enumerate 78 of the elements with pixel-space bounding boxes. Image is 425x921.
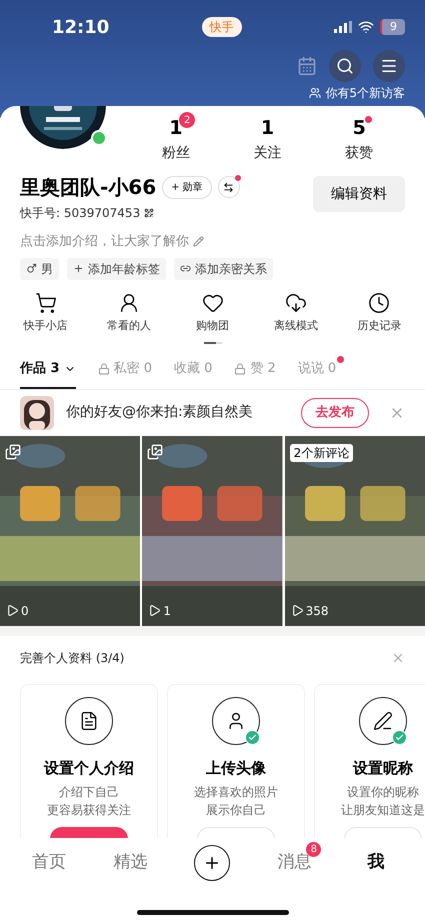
card-description: 更容易获得关注 bbox=[47, 802, 131, 819]
stat-label: 关注 bbox=[254, 144, 282, 162]
status-time: 12:10 bbox=[51, 16, 110, 40]
male-icon bbox=[26, 263, 37, 274]
publish-button[interactable]: 去发布 bbox=[301, 398, 369, 428]
quick-action[interactable]: 购物团 bbox=[170, 292, 254, 334]
card-title: 设置昵称 bbox=[353, 758, 413, 778]
nav-tab[interactable]: 我 bbox=[368, 850, 385, 876]
medal-button[interactable]: + 勋章 bbox=[162, 176, 212, 198]
card-title: 上传头像 bbox=[206, 758, 266, 778]
app-badge: 快手 bbox=[202, 17, 242, 37]
view-count: 1 bbox=[163, 602, 171, 620]
profile-tag[interactable]: 添加年龄标签 bbox=[67, 258, 166, 280]
create-button[interactable] bbox=[194, 845, 230, 881]
view-count: 0 bbox=[21, 602, 29, 620]
signal-icon bbox=[334, 21, 352, 33]
count-badge: 2 bbox=[179, 112, 196, 128]
lock-icon bbox=[234, 362, 246, 375]
stat-value: 5 bbox=[352, 117, 366, 139]
search-icon bbox=[336, 57, 354, 75]
quick-action[interactable]: 历史记录 bbox=[338, 292, 422, 334]
quick-action[interactable]: 离线模式 bbox=[254, 292, 338, 334]
cart-icon bbox=[34, 292, 57, 314]
calendar-icon[interactable] bbox=[297, 56, 317, 76]
document-icon bbox=[79, 710, 99, 730]
play-icon bbox=[6, 604, 19, 617]
friend-avatar bbox=[20, 396, 54, 430]
link-icon bbox=[180, 263, 191, 274]
profile-tag[interactable]: 男 bbox=[20, 258, 59, 280]
nav-tab[interactable]: 精选 bbox=[114, 850, 148, 876]
user-name: 里奥团队-小66 bbox=[20, 174, 156, 201]
album-icon bbox=[147, 444, 164, 460]
user-id: 快手号: 5039707453 bbox=[20, 205, 140, 222]
stat-value: 1 bbox=[260, 117, 274, 139]
menu-button[interactable] bbox=[373, 50, 405, 82]
profile-tag[interactable]: 添加亲密关系 bbox=[174, 258, 273, 280]
card-description: 设置你的昵称 bbox=[347, 784, 419, 801]
switch-account-button[interactable] bbox=[218, 176, 240, 198]
search-button[interactable] bbox=[329, 50, 361, 82]
cloud-download-icon bbox=[284, 292, 307, 314]
battery-indicator: 9 bbox=[380, 18, 405, 36]
wifi-icon bbox=[358, 19, 374, 35]
swap-arrows-icon bbox=[223, 182, 234, 192]
play-icon bbox=[148, 604, 162, 617]
quick-action[interactable]: 常看的人 bbox=[87, 292, 171, 334]
clock-icon bbox=[368, 292, 390, 314]
qr-code-icon[interactable] bbox=[144, 208, 154, 218]
card-title: 设置个人介绍 bbox=[44, 758, 134, 778]
visitors-link[interactable]: 你有5个新访客 bbox=[325, 84, 405, 102]
card-description: 让朋友知道这是 bbox=[341, 802, 425, 819]
quick-action[interactable]: 快手小店 bbox=[4, 292, 88, 334]
lock-icon bbox=[98, 362, 110, 375]
album-icon bbox=[5, 444, 21, 460]
stat-label: 粉丝 bbox=[162, 144, 190, 162]
section-title: 完善个人资料 (3/4) bbox=[20, 650, 124, 666]
video-thumbnail[interactable]: 2个新评论 358 bbox=[284, 436, 425, 626]
card-description: 介绍下自己 bbox=[59, 784, 119, 801]
edit-icon[interactable] bbox=[193, 236, 204, 248]
content-tab[interactable]: 作品 3 bbox=[20, 356, 76, 388]
play-icon bbox=[290, 604, 304, 617]
comment-badge: 2个新评论 bbox=[290, 444, 354, 462]
stat-item[interactable]: 5 获赞 bbox=[313, 114, 406, 168]
nav-tab[interactable]: 首页 bbox=[32, 850, 66, 876]
card-description: 展示你自己 bbox=[206, 802, 266, 819]
view-count: 358 bbox=[306, 602, 329, 620]
plus-icon bbox=[73, 263, 84, 274]
card-description: 选择喜欢的照片 bbox=[194, 784, 278, 801]
video-thumbnail[interactable]: 0 bbox=[0, 436, 140, 626]
stat-label: 获赞 bbox=[345, 144, 374, 162]
video-thumbnail[interactable]: 1 bbox=[142, 436, 283, 626]
friend-prompt-text: 你的好友@你来拍:素颜自然美 bbox=[66, 403, 254, 422]
card-action-button[interactable] bbox=[50, 827, 128, 838]
pen-icon bbox=[373, 710, 393, 730]
stat-item[interactable]: 1 关注 bbox=[222, 114, 314, 168]
visitors-icon bbox=[309, 87, 322, 99]
menu-icon bbox=[380, 57, 398, 75]
intro-placeholder[interactable]: 点击添加介绍，让大家了解你 bbox=[20, 232, 189, 252]
edit-profile-button[interactable]: 编辑资料 bbox=[313, 176, 405, 212]
